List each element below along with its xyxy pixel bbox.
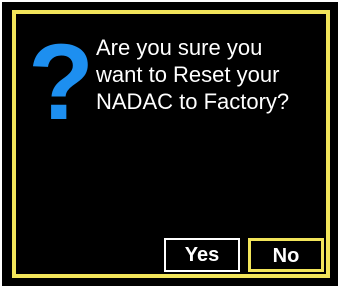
message-line-1: Are you sure you bbox=[96, 35, 263, 60]
screen-frame: ? Are you sure you want to Reset your NA… bbox=[2, 2, 338, 286]
message-line-3: NADAC to Factory? bbox=[96, 89, 290, 114]
yes-button[interactable]: Yes bbox=[164, 238, 240, 272]
dialog-message: Are you sure you want to Reset your NADA… bbox=[96, 34, 326, 115]
reset-confirmation-dialog: ? Are you sure you want to Reset your NA… bbox=[12, 10, 330, 278]
no-button[interactable]: No bbox=[248, 238, 324, 272]
question-mark-icon: ? bbox=[28, 21, 94, 142]
message-line-2: want to Reset your bbox=[96, 62, 280, 87]
